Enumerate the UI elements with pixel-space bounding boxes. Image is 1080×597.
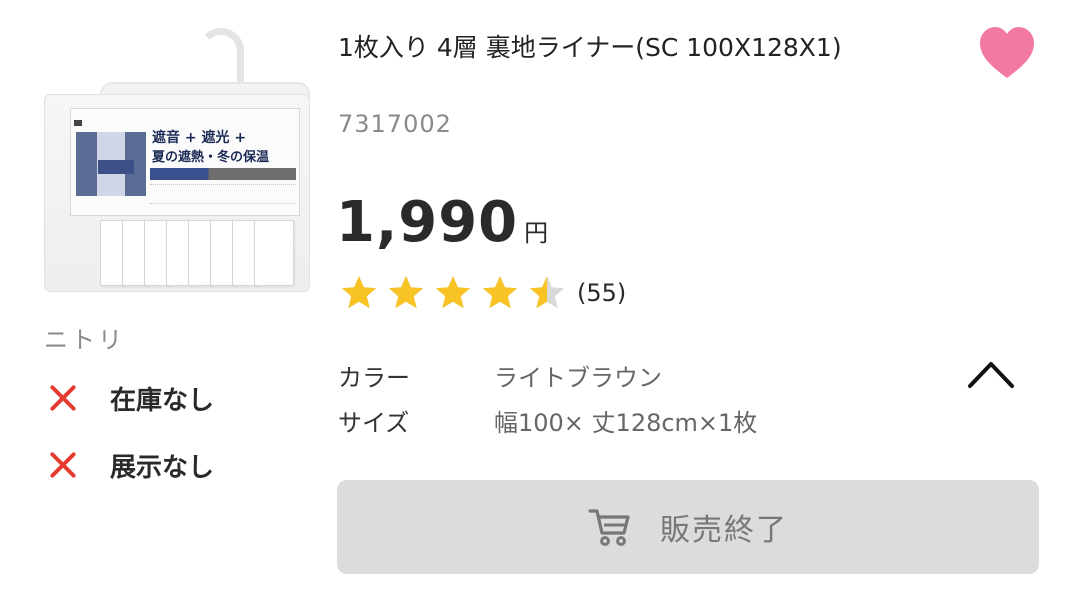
chevron-up-icon (968, 362, 1014, 388)
stock-status-online: 在庫なし (48, 380, 214, 416)
spec-value: ライトブラウン (494, 364, 662, 392)
add-to-cart-label: 販売終了 (660, 513, 788, 548)
stock-status-display: 展示なし (48, 447, 214, 483)
close-icon (48, 450, 78, 480)
star-icon (528, 274, 566, 312)
close-icon (48, 383, 78, 413)
rating[interactable]: (55) (340, 274, 626, 312)
specs-collapse-toggle[interactable] (966, 356, 1016, 392)
cart-icon (588, 509, 630, 546)
price-unit: 円 (524, 219, 549, 247)
liner-fold (254, 220, 294, 286)
product-title: 1枚入り 4層 裏地ライナー(SC 100X128X1) (338, 33, 842, 62)
star-icon (387, 274, 425, 312)
package-label-text: 遮音 + 遮光 + 夏の遮熱・冬の保温 (152, 128, 296, 168)
hanger-hook (198, 28, 244, 86)
product-image[interactable]: 遮音 + 遮光 + 夏の遮熱・冬の保温 (40, 24, 310, 294)
package-label-fineprint (150, 184, 296, 204)
star-icon (434, 274, 472, 312)
package-label-band (150, 168, 296, 180)
add-to-cart-button[interactable]: 販売終了 (337, 480, 1039, 574)
stock-status-label: 展示なし (110, 452, 215, 483)
spec-key: サイズ (338, 409, 410, 437)
product-sku: 7317002 (338, 110, 452, 138)
heart-icon (980, 27, 1034, 78)
package-label-photo-tag (98, 160, 134, 174)
spec-row-color: カラー ライトブラウン (338, 358, 662, 393)
price-value: 1,990 (336, 190, 519, 255)
review-count[interactable]: (55) (577, 279, 626, 307)
maker-name: ニトリ (44, 326, 125, 354)
star-icon (340, 274, 378, 312)
favorite-button[interactable] (976, 22, 1038, 84)
spec-key: カラー (338, 364, 410, 392)
product-page: 遮音 + 遮光 + 夏の遮熱・冬の保温 ニトリ 在庫なし 展示なし 1枚入り 4… (0, 0, 1080, 597)
star-icon (481, 274, 519, 312)
price: 1,990 円 (336, 190, 548, 255)
package-label-strip (74, 120, 82, 126)
package-label-line-2: 夏の遮熱・冬の保温 (152, 150, 270, 165)
stock-status-label: 在庫なし (110, 385, 215, 416)
liner-folds (100, 220, 300, 298)
package-label-line-1: 遮音 + 遮光 + (152, 130, 247, 146)
spec-value: 幅100× 丈128cm×1枚 (494, 409, 758, 437)
spec-row-size: サイズ 幅100× 丈128cm×1枚 (338, 403, 757, 438)
